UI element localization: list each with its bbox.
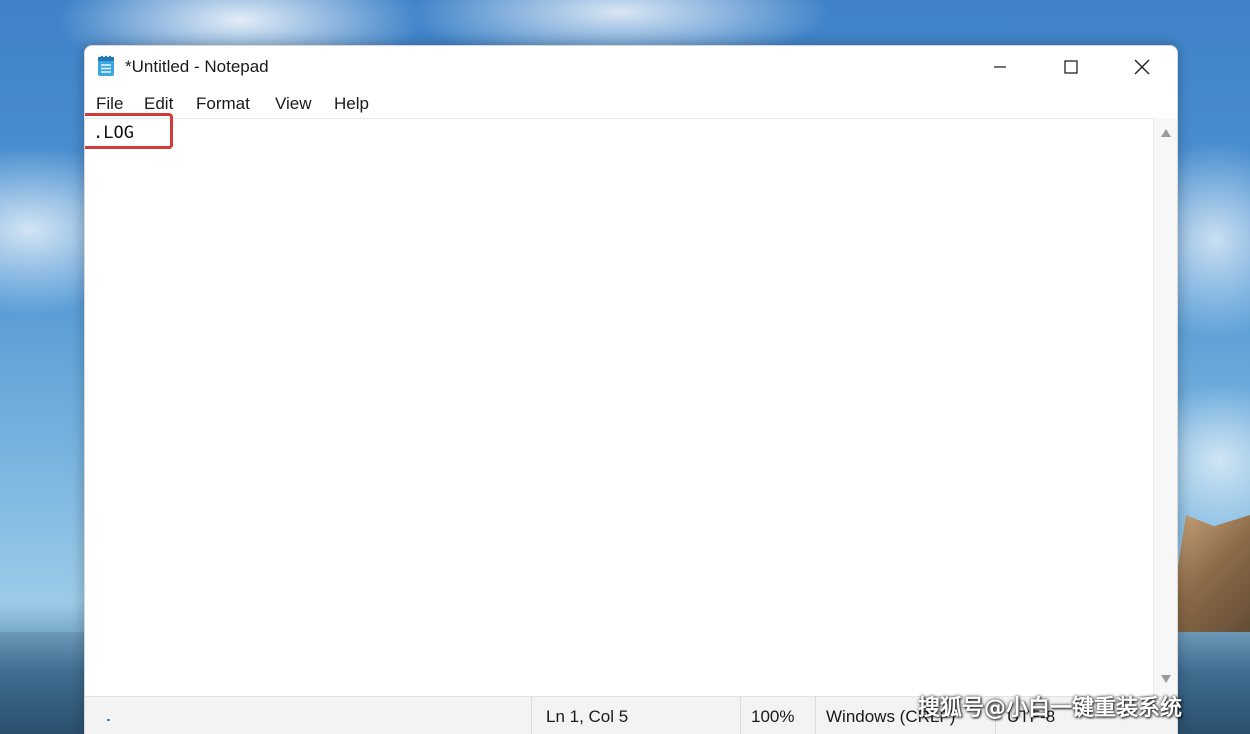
menu-help[interactable]: Help	[334, 94, 369, 114]
window-title: *Untitled - Notepad	[125, 57, 269, 76]
minimize-icon	[994, 66, 1006, 68]
menu-format[interactable]: Format	[196, 94, 250, 114]
desktop-background: *Untitled - Notepad File Edit Format Vie…	[0, 0, 1250, 734]
status-divider	[740, 697, 741, 734]
status-divider	[815, 697, 816, 734]
menu-bar: File Edit Format View Help	[85, 92, 1177, 118]
close-icon	[1134, 59, 1150, 75]
maximize-icon	[1064, 60, 1078, 74]
notepad-window: *Untitled - Notepad File Edit Format Vie…	[84, 45, 1178, 734]
watermark-text: 搜狐号@小白一键重装系统	[918, 696, 1183, 721]
minimize-button[interactable]	[965, 46, 1035, 88]
text-editor[interactable]: .LOG	[85, 113, 1153, 697]
notepad-icon	[98, 55, 114, 76]
menu-edit[interactable]: Edit	[144, 94, 173, 114]
scroll-up-arrow-icon[interactable]	[1160, 128, 1172, 138]
title-bar[interactable]: *Untitled - Notepad	[85, 46, 1177, 88]
status-divider	[531, 697, 532, 734]
zoom-level: 100%	[751, 707, 795, 726]
scroll-down-arrow-icon[interactable]	[1160, 674, 1172, 684]
menu-file[interactable]: File	[96, 94, 123, 114]
maximize-button[interactable]	[1036, 46, 1106, 88]
menu-view[interactable]: View	[275, 94, 312, 114]
status-indicator	[107, 719, 110, 721]
close-button[interactable]	[1107, 46, 1177, 88]
vertical-scrollbar[interactable]	[1153, 118, 1177, 696]
cursor-position: Ln 1, Col 5	[546, 707, 629, 726]
annotation-highlight-box	[85, 113, 173, 149]
